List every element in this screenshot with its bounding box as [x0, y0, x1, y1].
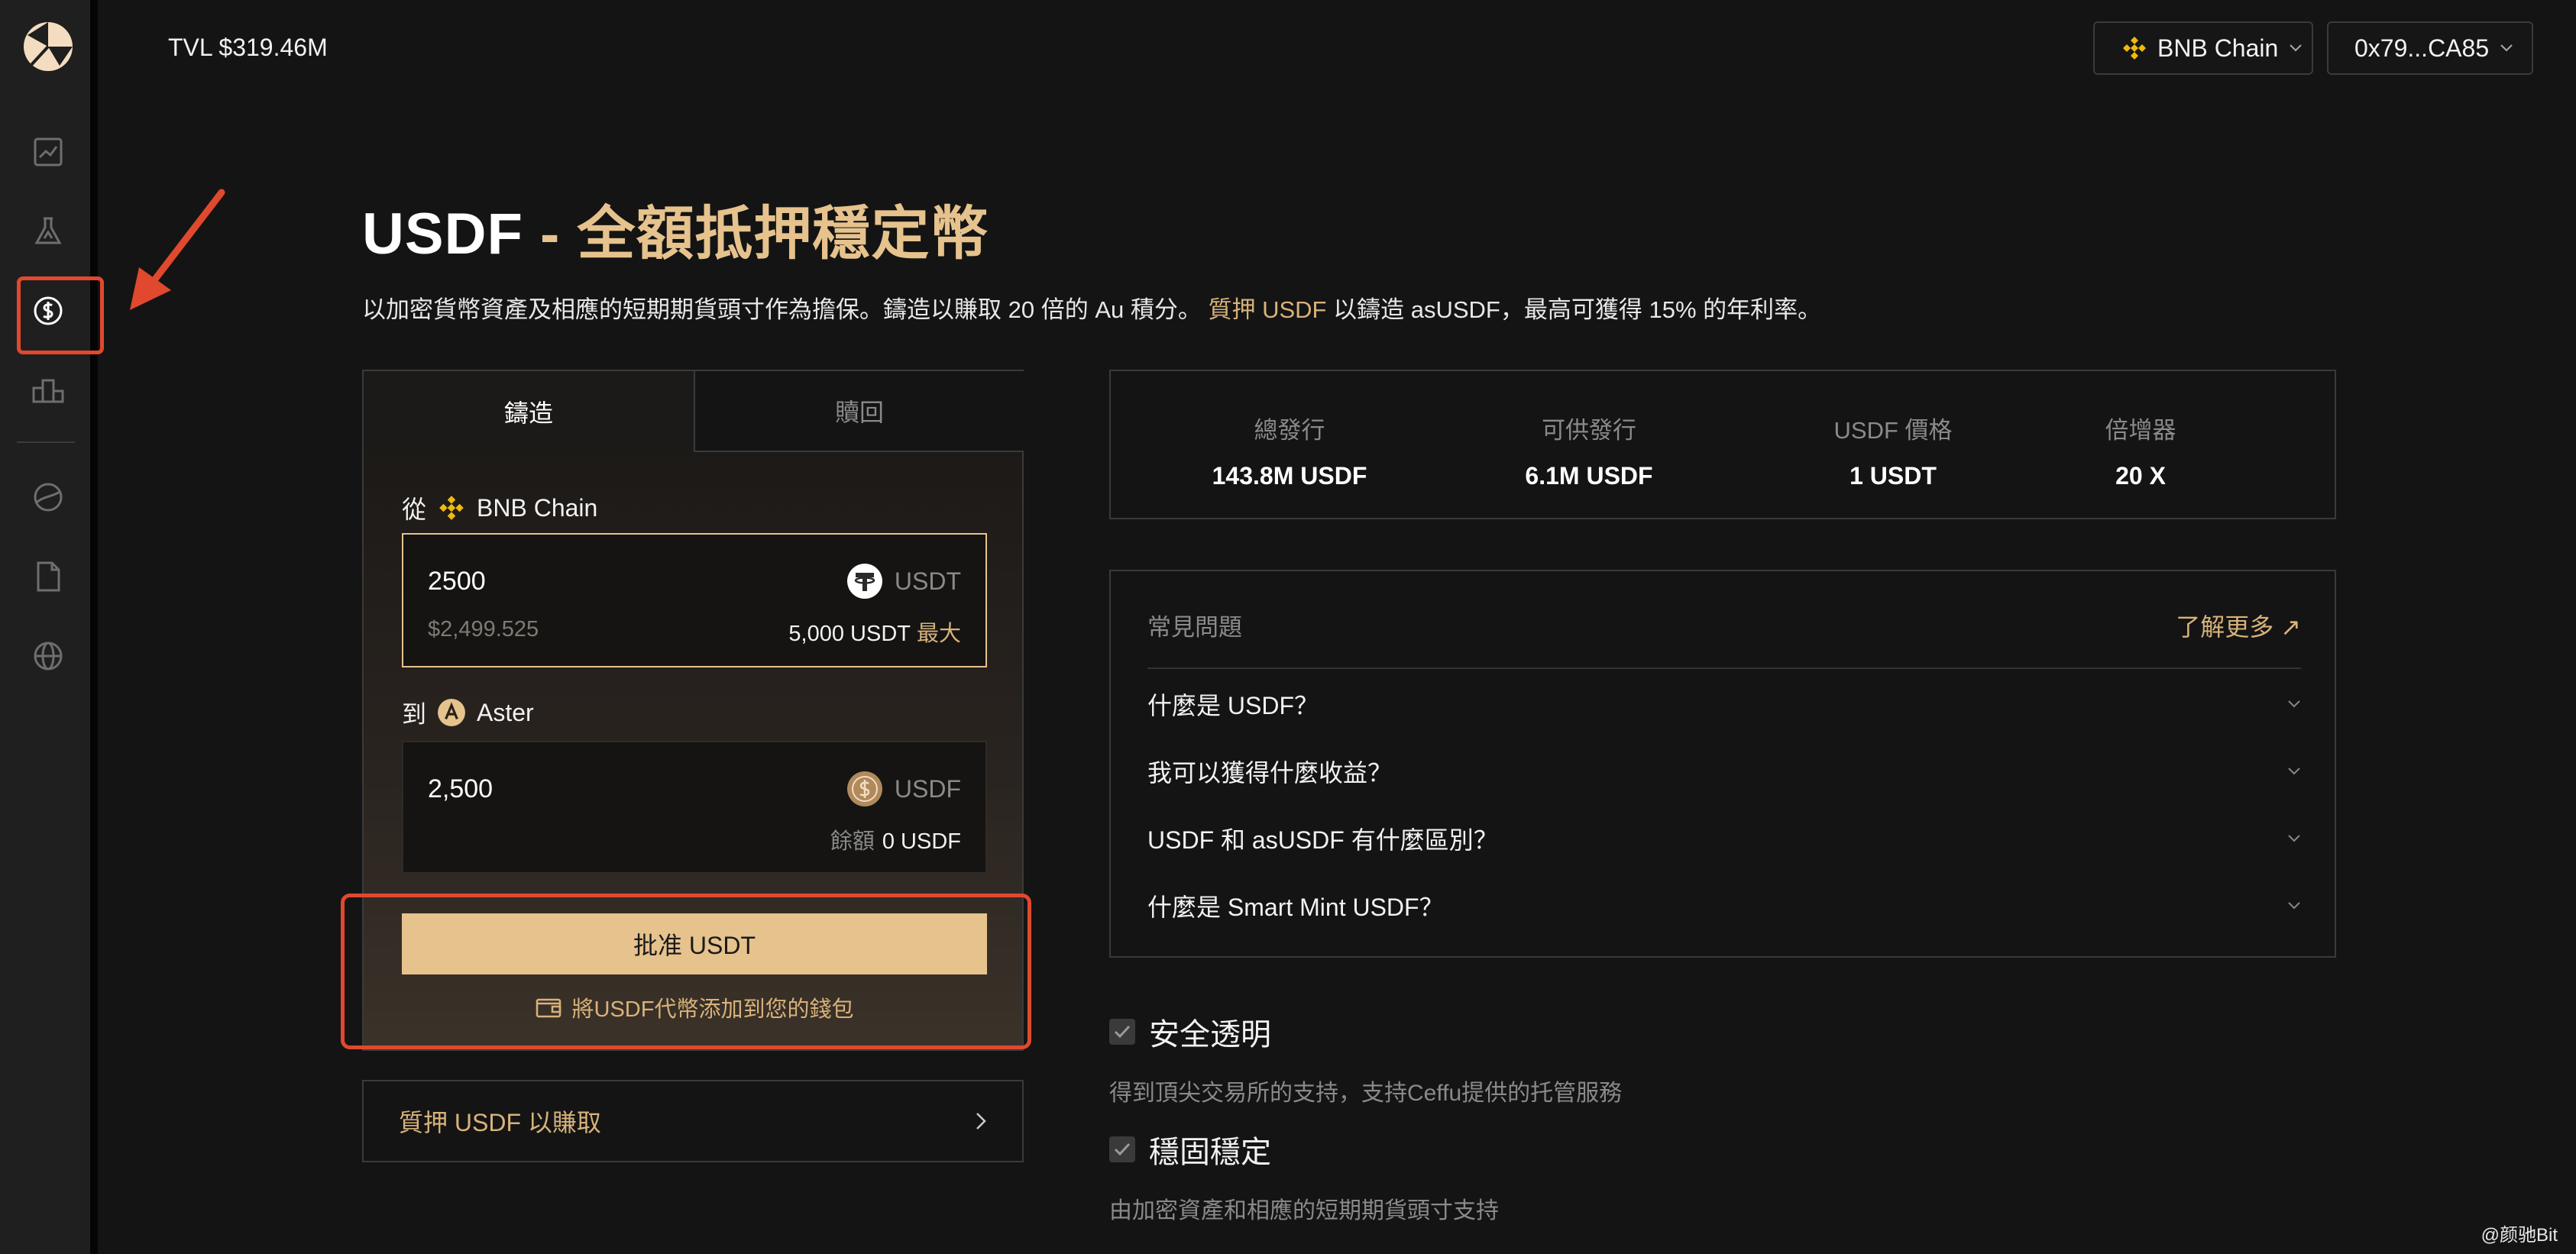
- checkmark-icon: [1109, 1136, 1135, 1162]
- page-title-main: USDF: [362, 202, 523, 267]
- stat-price: USDF 價格 1 USDT: [1794, 411, 1992, 490]
- subtitle-text: 以加密貨幣資產及相應的短期期貨頭寸作為擔保。鑄造以賺取 20 倍的 Au 積分。: [362, 296, 1202, 323]
- to-balance-label: 餘額: [830, 829, 875, 854]
- annotation-arrow-icon: [130, 189, 225, 310]
- feature-desc: 由加密資產和相應的短期期貨頭寸支持: [1109, 1198, 1499, 1223]
- chain-selector-label: BNB Chain: [2157, 34, 2279, 62]
- stake-usdf-link[interactable]: 質押 USDF 以賺取: [362, 1080, 1024, 1162]
- to-balance-value: 0 USDF: [882, 829, 961, 854]
- faq-item[interactable]: 什麼是 USDF？: [1147, 681, 2301, 727]
- page-title-accent: - 全額抵押穩定幣: [523, 202, 989, 267]
- approve-annotation-box: [341, 894, 1031, 1049]
- stake-usdf-label: 質押 USDF 以賺取: [399, 1109, 601, 1136]
- faq-title: 常見問題: [1147, 614, 1242, 641]
- ranking-icon[interactable]: [31, 373, 66, 408]
- faq-item[interactable]: 什麼是 Smart Mint USDF？: [1147, 883, 2301, 929]
- aster-logo-icon[interactable]: [21, 20, 75, 73]
- stat-label: 可供發行: [1542, 417, 1636, 444]
- bnb-chain-icon: [2123, 37, 2146, 60]
- to-token: USDF: [846, 770, 961, 808]
- chevron-down-icon: [2288, 835, 2300, 842]
- faq-question: 什麼是 Smart Mint USDF？: [1147, 894, 1444, 921]
- stat-value: 143.8M USDF: [1212, 462, 1367, 490]
- to-balance: 餘額 0 USDF: [830, 823, 961, 855]
- sidebar-divider: [17, 441, 75, 443]
- feature-desc: 得到頂尖交易所的支持，支持Ceffu提供的托管服務: [1109, 1081, 1623, 1106]
- chevron-down-icon: [2288, 700, 2300, 708]
- stat-available: 可供發行 6.1M USDF: [1490, 411, 1688, 490]
- faq-panel: 常見問題 了解更多 ↗ 什麼是 USDF？ 我可以獲得什麼收益？ USDF 和 …: [1109, 570, 2336, 958]
- flask-icon[interactable]: [31, 214, 66, 249]
- stat-label: USDF 價格: [1833, 417, 1953, 444]
- from-chain-name: BNB Chain: [477, 493, 598, 522]
- to-label: 到 Aster: [402, 695, 534, 730]
- stat-label: 總發行: [1254, 417, 1325, 444]
- faq-question: 我可以獲得什麼收益？: [1147, 759, 1393, 787]
- from-label: 從 BNB Chain: [402, 490, 597, 525]
- from-amount-input[interactable]: 2500: [428, 567, 486, 596]
- wallet-button[interactable]: 0x79...CA85: [2327, 21, 2533, 75]
- subtitle-text-end: 以鑄造 asUSDF，最高可獲得 15% 的年利率。: [1333, 296, 1822, 323]
- aster-chain-icon: [438, 699, 465, 726]
- to-amount-box: 2,500 USDF 餘額 0 USDF: [402, 741, 987, 874]
- chevron-right-icon: [976, 1113, 986, 1130]
- globe-icon[interactable]: [31, 638, 66, 674]
- chevron-down-icon: [2500, 44, 2513, 52]
- stat-value: 20 X: [2115, 462, 2166, 490]
- chevron-down-icon: [2288, 768, 2300, 775]
- max-button[interactable]: 最大: [917, 622, 961, 646]
- sidebar-annotation-box: [17, 276, 104, 354]
- learn-more-link[interactable]: 了解更多 ↗: [2176, 608, 2301, 643]
- stat-total-issued: 總發行 143.8M USDF: [1190, 411, 1389, 490]
- from-balance-value: 5,000 USDT: [788, 622, 911, 646]
- watermark: @颜驰Bit: [2481, 1225, 2558, 1246]
- to-label-text: 到: [402, 700, 427, 728]
- faq-item[interactable]: 我可以獲得什麼收益？: [1147, 748, 2301, 794]
- feature-title: 安全透明: [1149, 1018, 1271, 1052]
- from-label-text: 從: [402, 496, 427, 523]
- subtitle-stake-link[interactable]: 質押 USDF: [1208, 296, 1326, 323]
- faq-header: 常見問題 了解更多 ↗: [1147, 608, 2301, 669]
- document-icon[interactable]: [31, 559, 66, 594]
- usdt-icon: [846, 564, 882, 599]
- checkmark-icon: [1109, 1019, 1135, 1045]
- from-token-symbol: USDT: [894, 567, 961, 595]
- chain-selector-button[interactable]: BNB Chain: [2093, 21, 2313, 75]
- chevron-down-icon: [2290, 44, 2303, 52]
- page-title: USDF - 全額抵押穩定幣: [362, 186, 989, 270]
- chevron-down-icon: [2288, 902, 2300, 910]
- tab-mint[interactable]: 鑄造: [364, 371, 694, 452]
- from-usd-value: $2,499.525: [428, 617, 539, 642]
- faq-item[interactable]: USDF 和 asUSDF 有什麼區別？: [1147, 816, 2301, 861]
- tab-redeem[interactable]: 贖回: [694, 371, 1024, 452]
- feature-title: 穩固穩定: [1149, 1136, 1271, 1169]
- page-subtitle: 以加密貨幣資產及相應的短期期貨頭寸作為擔保。鑄造以賺取 20 倍的 Au 積分。…: [362, 290, 1821, 325]
- bnb-chain-icon: [439, 496, 464, 520]
- sidebar: [0, 0, 98, 1254]
- tvl-display: TVL $319.46M: [168, 34, 328, 61]
- faq-question: USDF 和 asUSDF 有什麼區別？: [1147, 826, 1498, 854]
- from-token: USDT: [846, 562, 961, 600]
- to-token-symbol: USDF: [894, 774, 961, 803]
- pie-icon[interactable]: [31, 480, 66, 515]
- usdf-icon: [846, 771, 882, 806]
- wallet-address: 0x79...CA85: [2354, 34, 2490, 62]
- feature-stable: 穩固穩定 由加密資產和相應的短期期貨頭寸支持: [1109, 1127, 1499, 1225]
- to-amount-value: 2,500: [428, 774, 494, 803]
- faq-question: 什麼是 USDF？: [1147, 692, 1319, 719]
- stat-value: 1 USDT: [1849, 462, 1937, 490]
- chart-icon[interactable]: [31, 134, 66, 170]
- stat-label: 倍增器: [2105, 417, 2176, 444]
- stats-panel: 總發行 143.8M USDF 可供發行 6.1M USDF USDF 價格 1…: [1109, 370, 2336, 519]
- from-amount-box[interactable]: 2500 $2,499.525 USDT 5,000 USDT 最大: [402, 533, 987, 667]
- feature-secure: 安全透明 得到頂尖交易所的支持，支持Ceffu提供的托管服務: [1109, 1010, 1622, 1107]
- to-chain-name: Aster: [477, 698, 534, 726]
- stat-value: 6.1M USDF: [1525, 462, 1653, 490]
- from-balance: 5,000 USDT 最大: [788, 616, 961, 648]
- stat-multiplier: 倍增器 20 X: [2057, 411, 2225, 490]
